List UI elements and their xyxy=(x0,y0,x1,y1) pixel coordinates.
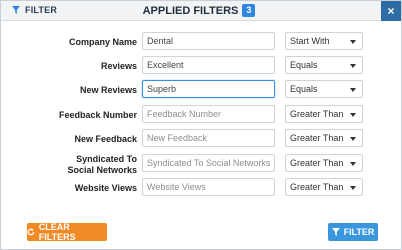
operator-value: Start With xyxy=(290,36,330,46)
website-views-input[interactable] xyxy=(142,178,275,196)
dialog-titlebar: FILTER APPLIED FILTERS 3 × xyxy=(1,1,401,21)
clear-filters-label: CLEAR FILTERS xyxy=(38,222,76,242)
filter-label-line-1: Syndicated To xyxy=(76,154,137,164)
filter-row-website-views: Website Views Greater Than xyxy=(1,178,401,198)
filter-row-feedback-number: Feedback Number Greater Than xyxy=(1,105,401,125)
new-feedback-input[interactable] xyxy=(142,129,275,147)
new-reviews-input[interactable] xyxy=(142,80,275,98)
operator-value: Greater Than xyxy=(290,133,344,143)
operator-value: Equals xyxy=(290,84,318,94)
filter-button-label: FILTER xyxy=(343,227,375,237)
filter-label: Website Views xyxy=(74,183,137,193)
filter-row-syndicated: Syndicated To Social Networks Greater Th… xyxy=(1,154,401,176)
new-feedback-operator-select[interactable]: Greater Than xyxy=(285,129,363,147)
filter-label: New Reviews xyxy=(79,85,137,95)
close-icon: × xyxy=(387,4,395,18)
chevron-down-icon xyxy=(350,113,356,117)
filter-row-company-name: Company Name Start With xyxy=(1,32,401,52)
clear-filters-button[interactable]: CLEAR FILTERS xyxy=(27,222,107,242)
company-name-input[interactable] xyxy=(142,32,275,50)
chevron-down-icon xyxy=(350,64,356,68)
chevron-down-icon xyxy=(350,186,356,190)
syndicated-input[interactable] xyxy=(142,154,275,172)
operator-value: Greater Than xyxy=(290,158,344,168)
filter-label: Syndicated To Social Networks xyxy=(7,154,137,176)
operator-value: Equals xyxy=(290,60,318,70)
filter-label-line-2: Social Networks xyxy=(67,165,137,175)
chevron-down-icon xyxy=(350,162,356,166)
filter-row-new-reviews: New Reviews Equals xyxy=(1,80,401,100)
filter-count-badge: 3 xyxy=(242,4,256,17)
website-views-operator-select[interactable]: Greater Than xyxy=(285,178,363,196)
chevron-down-icon xyxy=(350,88,356,92)
reviews-operator-select[interactable]: Equals xyxy=(285,56,363,74)
feedback-number-input[interactable] xyxy=(142,105,275,123)
chevron-down-icon xyxy=(350,40,356,44)
company-name-operator-select[interactable]: Start With xyxy=(285,32,363,50)
chevron-down-icon xyxy=(350,137,356,141)
applied-filters-dialog: FILTER APPLIED FILTERS 3 × Company Name … xyxy=(0,0,402,250)
filter-button[interactable]: FILTER xyxy=(328,223,378,241)
syndicated-operator-select[interactable]: Greater Than xyxy=(285,154,363,172)
filter-label: Reviews xyxy=(100,61,137,71)
refresh-icon xyxy=(27,228,35,236)
operator-value: Greater Than xyxy=(290,182,344,192)
filter-label: New Feedback xyxy=(74,134,137,144)
feedback-number-operator-select[interactable]: Greater Than xyxy=(285,105,363,123)
dialog-title-text: APPLIED FILTERS xyxy=(142,4,239,17)
filter-label: Feedback Number xyxy=(58,110,137,120)
filter-row-new-feedback: New Feedback Greater Than xyxy=(1,129,401,149)
dialog-title: APPLIED FILTERS 3 xyxy=(1,4,401,17)
reviews-input[interactable] xyxy=(142,56,275,74)
filter-label: Company Name xyxy=(68,37,137,47)
funnel-icon xyxy=(331,228,340,236)
new-reviews-operator-select[interactable]: Equals xyxy=(285,80,363,98)
close-button[interactable]: × xyxy=(381,1,401,21)
filter-row-reviews: Reviews Equals xyxy=(1,56,401,76)
operator-value: Greater Than xyxy=(290,109,344,119)
